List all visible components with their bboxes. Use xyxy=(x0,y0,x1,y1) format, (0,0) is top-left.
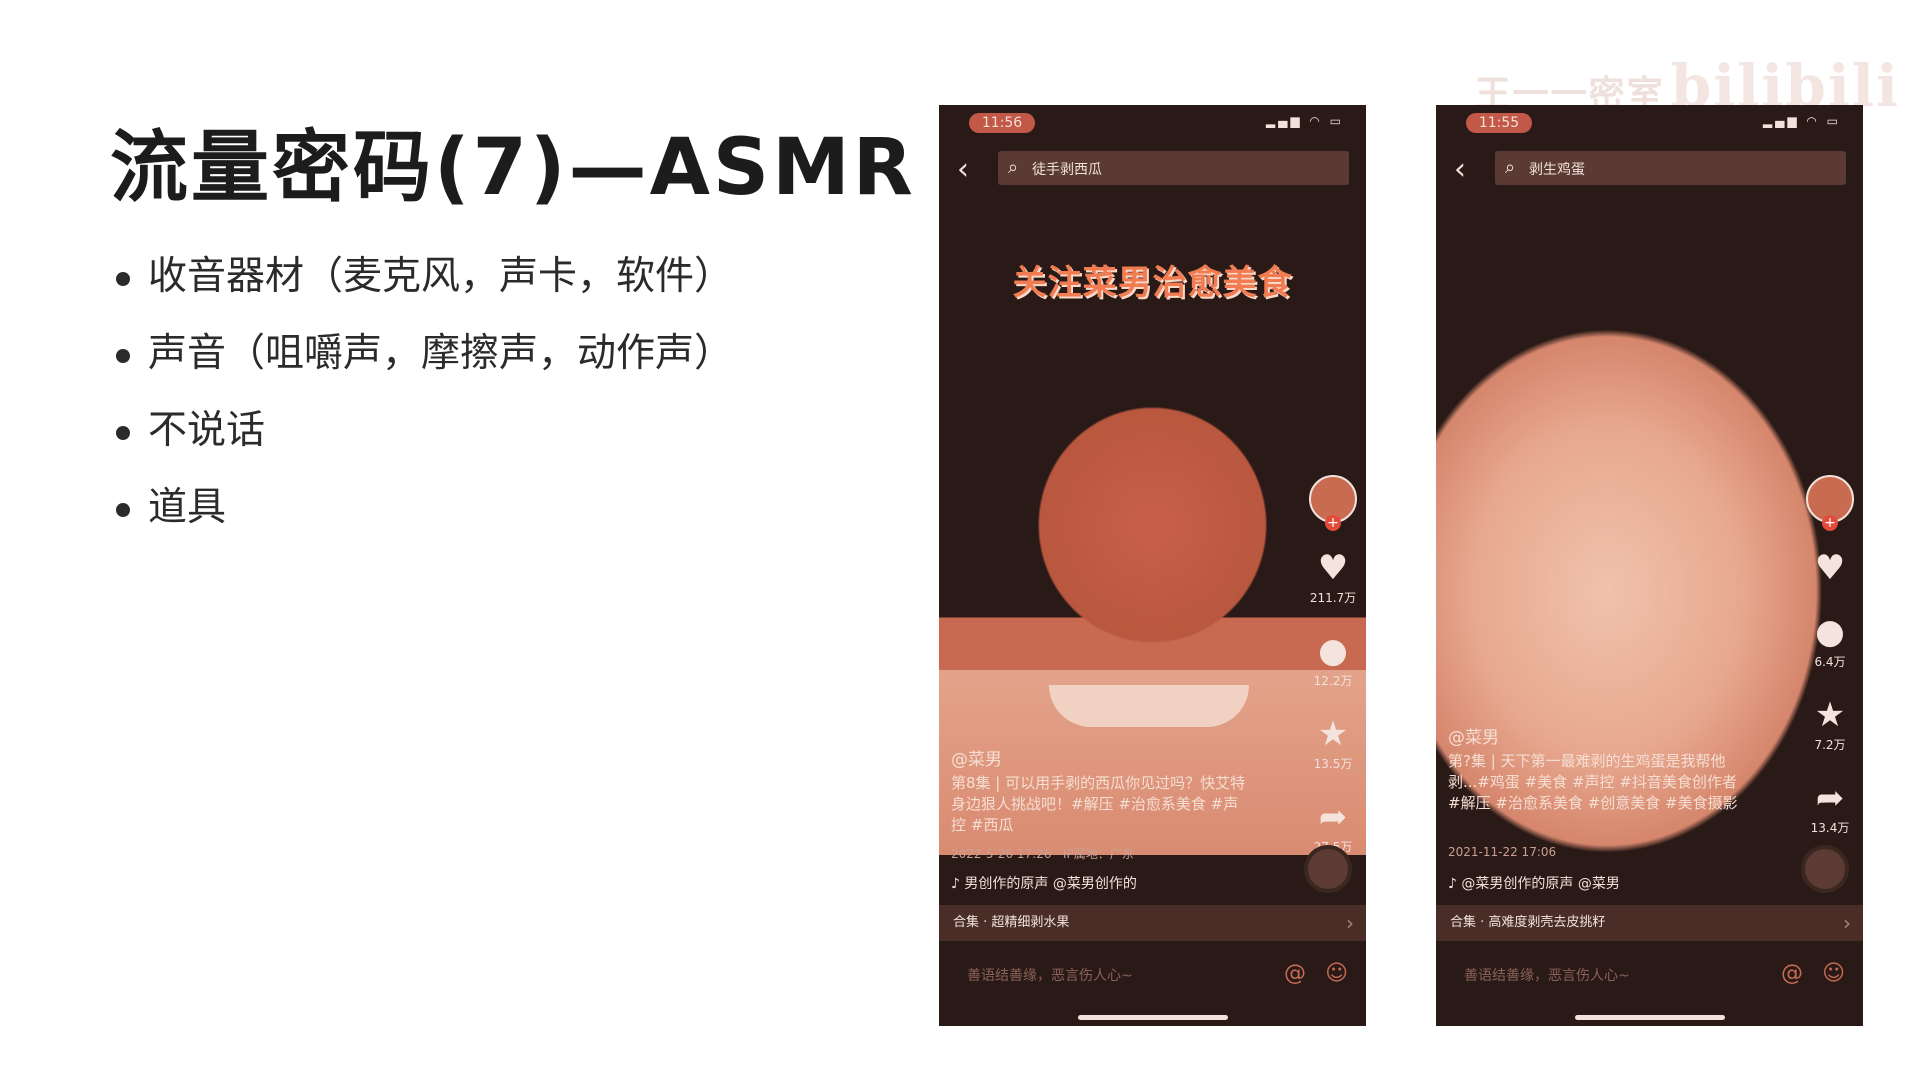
bullet-item: 道具 xyxy=(112,479,733,556)
at-icon[interactable]: @ xyxy=(1284,961,1306,986)
chevron-left-icon[interactable]: ‹ xyxy=(957,155,969,185)
star-icon: ★ xyxy=(1317,714,1349,754)
status-bar: 11:55 ▂▄▆ ◠ ▭ xyxy=(1436,105,1863,137)
bullet-dot xyxy=(116,272,130,286)
status-icons: ▂▄▆ ◠ ▭ xyxy=(1265,114,1344,128)
slide-title: 流量密码(7)—ASMR xyxy=(110,123,916,213)
like-button[interactable]: ♥ xyxy=(1801,549,1859,587)
search-input[interactable]: ⌕ 剥生鸡蛋 xyxy=(1495,151,1846,185)
comment-icon: ● xyxy=(1815,612,1845,652)
bullet-item: 收音器材（麦克风，声卡，软件） xyxy=(112,248,733,325)
bullet-list: 收音器材（麦克风，声卡，软件） 声音（咀嚼声，摩擦声，动作声） 不说话 道具 xyxy=(112,248,733,556)
heart-icon: ♥ xyxy=(1814,548,1846,588)
favorite-button[interactable]: ★ 13.5万 xyxy=(1304,715,1362,772)
comment-bar: 善语结善缘，恶言伤人心~ @ ☺ xyxy=(939,951,1366,997)
post-meta: 2021-11-22 17:06 xyxy=(1448,845,1557,859)
search-input[interactable]: ⌕ 徒手剥西瓜 xyxy=(998,151,1349,185)
like-button[interactable]: ♥ 211.7万 xyxy=(1304,549,1362,606)
bullet-dot xyxy=(116,349,130,363)
bullet-dot xyxy=(116,426,130,440)
favorite-count: 7.2万 xyxy=(1814,738,1846,752)
status-time: 11:56 xyxy=(969,113,1035,133)
star-icon: ★ xyxy=(1814,695,1846,735)
comment-button[interactable]: ● 12.2万 xyxy=(1304,632,1362,689)
author-name[interactable]: @菜男 xyxy=(951,745,1002,770)
bullet-text: 道具 xyxy=(148,485,227,530)
share-icon: ➦ xyxy=(1815,778,1845,818)
nav-bar: ‹ ⌕ 剥生鸡蛋 xyxy=(1436,151,1863,189)
comment-input[interactable]: 善语结善缘，恶言伤人心~ xyxy=(1464,965,1630,985)
share-icon: ➦ xyxy=(1318,797,1348,837)
bullet-dot xyxy=(116,503,130,517)
collection-bar[interactable]: 合集 · 高难度剥壳去皮挑籽 › xyxy=(1436,905,1863,941)
comment-count: 6.4万 xyxy=(1814,655,1846,669)
follow-plus-icon[interactable]: + xyxy=(1822,515,1838,531)
video-description: 第?集 | 天下第一最难剥的生鸡蛋是我帮他剥...#鸡蛋 #美食 #声控 #抖音… xyxy=(1448,752,1738,812)
comment-input[interactable]: 善语结善缘，恶言伤人心~ xyxy=(967,965,1133,985)
music-disc[interactable] xyxy=(1304,845,1352,893)
status-bar: 11:56 ▂▄▆ ◠ ▭ xyxy=(939,105,1366,137)
share-button[interactable]: ➦ 13.4万 xyxy=(1801,779,1859,836)
phone-screenshot-watermelon: 11:56 ▂▄▆ ◠ ▭ ‹ ⌕ 徒手剥西瓜 关注菜男治愈美食 + ♥ 211.… xyxy=(939,105,1366,1026)
video-bowl xyxy=(1049,685,1249,727)
post-meta: 2022-5-26 17:26 · IP属地：广东 xyxy=(951,847,1134,861)
collection-bar[interactable]: 合集 · 超精细剥水果 › xyxy=(939,905,1366,941)
chevron-right-icon: › xyxy=(1843,911,1851,935)
action-sidebar: + ♥211.7万 ●12.2万 ★13.5万 ➦27.5万 xyxy=(1304,475,1362,855)
avatar[interactable]: + xyxy=(1806,475,1854,531)
bullet-text: 收音器材（麦克风，声卡，软件） xyxy=(148,254,734,299)
home-indicator xyxy=(1575,1015,1725,1020)
bullet-text: 不说话 xyxy=(148,408,266,453)
action-sidebar: + ♥ ● 6.4万 ★ 7.2万 ➦ 13.4万 xyxy=(1801,475,1859,836)
bullet-item: 不说话 xyxy=(112,402,733,479)
collection-label: 合集 · 超精细剥水果 xyxy=(953,915,1070,930)
search-query: 剥生鸡蛋 xyxy=(1529,162,1585,178)
favorite-count: 13.5万 xyxy=(1313,757,1353,771)
author-name[interactable]: @菜男 xyxy=(1448,723,1499,748)
nav-bar: ‹ ⌕ 徒手剥西瓜 xyxy=(939,151,1366,189)
at-icon[interactable]: @ xyxy=(1781,961,1803,986)
emoji-icon[interactable]: ☺ xyxy=(1822,961,1845,986)
bullet-item: 声音（咀嚼声，摩擦声，动作声） xyxy=(112,325,733,402)
status-icons: ▂▄▆ ◠ ▭ xyxy=(1762,114,1841,128)
follow-plus-icon[interactable]: + xyxy=(1325,515,1341,531)
music-label[interactable]: ♪ 男创作的原声 @菜男创作的 xyxy=(951,873,1296,893)
status-time: 11:55 xyxy=(1466,113,1532,133)
emoji-icon[interactable]: ☺ xyxy=(1325,961,1348,986)
share-count: 13.4万 xyxy=(1810,821,1850,835)
search-icon: ⌕ xyxy=(1008,157,1019,178)
phone-screenshot-egg: 11:55 ▂▄▆ ◠ ▭ ‹ ⌕ 剥生鸡蛋 + ♥ ● 6.4万 ★ 7.2万 ➦… xyxy=(1436,105,1863,1026)
chevron-right-icon: › xyxy=(1346,911,1354,935)
video-overlay-title: 关注菜男治愈美食 xyxy=(1012,263,1293,303)
chevron-left-icon[interactable]: ‹ xyxy=(1454,155,1466,185)
search-icon: ⌕ xyxy=(1505,157,1516,178)
bullet-text: 声音（咀嚼声，摩擦声，动作声） xyxy=(148,331,734,376)
video-description: 第8集 | 可以用手剥的西瓜你见过吗？快艾特身边狠人挑战吧！#解压 #治愈系美食… xyxy=(951,774,1246,834)
music-disc[interactable] xyxy=(1801,845,1849,893)
comment-icon: ● xyxy=(1318,631,1348,671)
comment-button[interactable]: ● 6.4万 xyxy=(1801,613,1859,670)
music-label[interactable]: ♪ @菜男创作的原声 @菜男 xyxy=(1448,873,1793,893)
heart-icon: ♥ xyxy=(1317,548,1349,588)
comment-count: 12.2万 xyxy=(1313,674,1353,688)
avatar[interactable]: + xyxy=(1309,475,1357,531)
search-query: 徒手剥西瓜 xyxy=(1032,162,1102,178)
collection-label: 合集 · 高难度剥壳去皮挑籽 xyxy=(1450,915,1606,930)
like-count: 211.7万 xyxy=(1309,591,1357,605)
home-indicator xyxy=(1078,1015,1228,1020)
comment-bar: 善语结善缘，恶言伤人心~ @ ☺ xyxy=(1436,951,1863,997)
favorite-button[interactable]: ★ 7.2万 xyxy=(1801,696,1859,753)
